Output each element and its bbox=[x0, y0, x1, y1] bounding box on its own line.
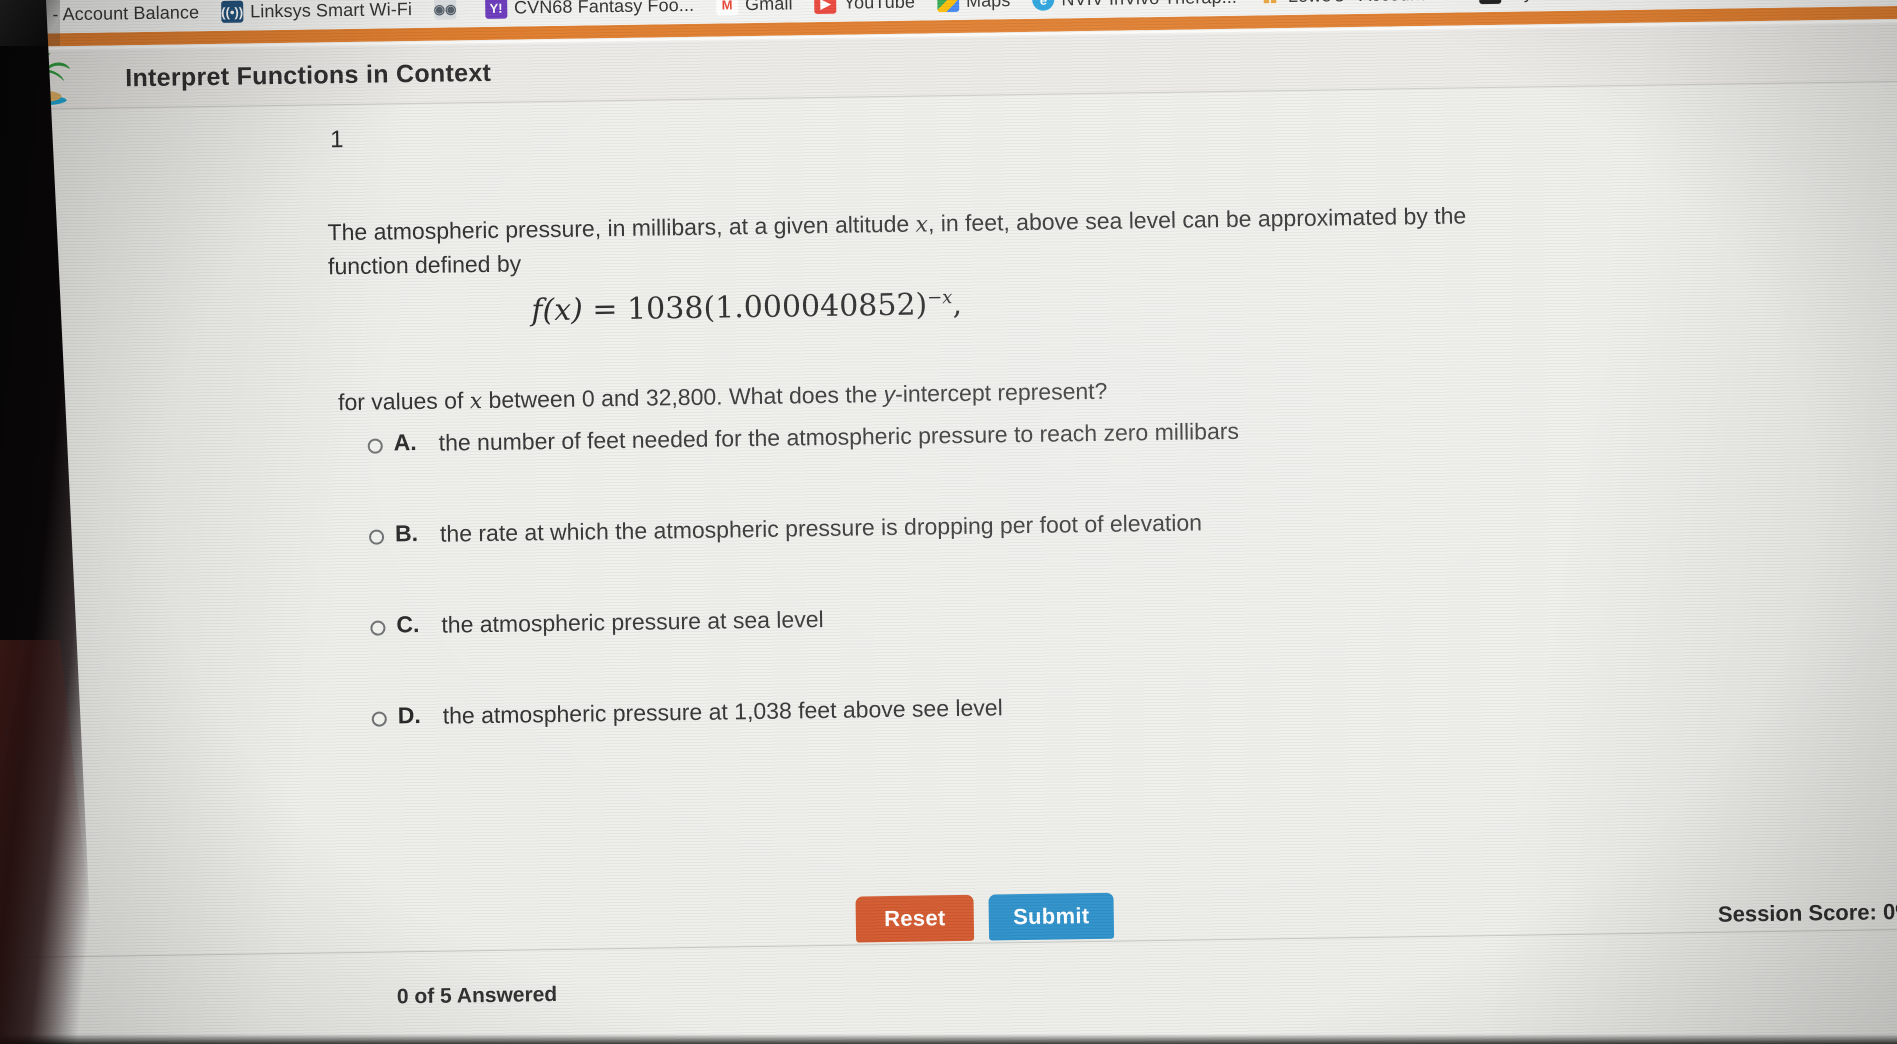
bookmark-label: CVN68 Fantasy Foo... bbox=[513, 0, 695, 18]
formula-equals: = bbox=[592, 292, 618, 328]
question-variable-x: x bbox=[915, 212, 929, 238]
radio-button-c[interactable] bbox=[370, 620, 386, 636]
choice-letter-a: A. bbox=[393, 429, 417, 456]
lowes-icon: ▮▮ bbox=[1258, 0, 1282, 8]
bookmark-label: Maps bbox=[966, 0, 1011, 11]
bookmark-gmail[interactable]: M Gmail bbox=[705, 0, 804, 20]
bookmark-maps[interactable]: Maps bbox=[926, 0, 1022, 16]
answer-choices[interactable]: A. the number of feet needed for the atm… bbox=[0, 402, 1897, 795]
camera-icon: ◉◉ bbox=[434, 0, 456, 20]
question-stem2-part2: between 0 and 32,800. What does the bbox=[481, 381, 884, 414]
nviv-icon: e bbox=[1032, 0, 1055, 11]
choice-letter-d: D. bbox=[397, 701, 421, 729]
radio-button-d[interactable] bbox=[371, 711, 387, 727]
choice-text-d[interactable]: the atmospheric pressure at 1,038 feet a… bbox=[443, 694, 1003, 729]
youtube-icon: ▶ bbox=[814, 0, 837, 15]
answered-count: 0 of 5 Answered bbox=[396, 982, 558, 1009]
monitor-bezel-corner bbox=[0, 0, 60, 46]
question-stem: The atmospheric pressure, in millibars, … bbox=[327, 199, 1488, 283]
maps-icon bbox=[936, 0, 960, 13]
radio-button-a[interactable] bbox=[367, 438, 383, 454]
bookmark-nviv-invivo-therapeutics[interactable]: e NVIV InVivo Therap... bbox=[1021, 0, 1248, 15]
choice-text-b[interactable]: the rate at which the atmospheric pressu… bbox=[440, 509, 1202, 547]
submit-button[interactable]: Submit bbox=[988, 892, 1115, 941]
cvn-icon: Y! bbox=[484, 0, 508, 19]
reset-button[interactable]: Reset bbox=[855, 894, 975, 943]
bookmark-camera[interactable]: ◉◉ bbox=[423, 0, 474, 24]
formula-exponent: −x bbox=[926, 287, 953, 309]
question-variable-x-2: x bbox=[469, 389, 483, 415]
question-stem-part1: The atmospheric pressure, in millibars, … bbox=[327, 210, 916, 246]
bookmark-label: Lowe's - Account S... bbox=[1288, 0, 1458, 7]
gmail-icon: M bbox=[715, 0, 739, 16]
bookmark-label: YouTube bbox=[843, 0, 916, 13]
choice-letter-b: B. bbox=[394, 520, 419, 547]
wifi-icon: ((•)) bbox=[220, 0, 244, 23]
monitor-bezel-bottom bbox=[0, 1034, 1897, 1044]
radio-button-b[interactable] bbox=[368, 529, 385, 545]
bookmark-lowes-account[interactable]: ▮▮ Lowe's - Account S... bbox=[1248, 0, 1469, 12]
choice-letter-c: C. bbox=[396, 610, 420, 638]
bookmark-linksys-smart-wifi[interactable]: ((•)) Linksys Smart Wi-Fi bbox=[210, 0, 423, 27]
question-stem2-part1: for values of bbox=[337, 387, 470, 416]
session-score: Session Score: 0% (0/5 bbox=[1717, 898, 1897, 927]
bookmark-label: Linksys Smart Wi-Fi bbox=[249, 0, 413, 21]
question-number: 1 bbox=[329, 126, 344, 154]
formula-function-name: f(x) bbox=[531, 292, 584, 329]
question-variable-y: y bbox=[883, 380, 896, 408]
screen-photo: TSP - Account Balance ((•)) Linksys Smar… bbox=[0, 0, 1897, 1044]
bookmark-cvn68-fantasy-football[interactable]: Y! CVN68 Fantasy Foo... bbox=[474, 0, 705, 23]
bookmark-youtube[interactable]: ▶ YouTube bbox=[803, 0, 926, 18]
quiz-body: 1 The atmospheric pressure, in millibars… bbox=[0, 80, 1897, 1044]
page-title: Interpret Functions in Context bbox=[125, 58, 492, 92]
question-formula: f(x) = 1038(1.000040852)−x, bbox=[0, 279, 1527, 337]
formula-trailing: , bbox=[952, 286, 963, 323]
choice-text-c[interactable]: the atmospheric pressure at sea level bbox=[441, 606, 824, 639]
bookmark-label: NVIV InVivo Therap... bbox=[1061, 0, 1237, 10]
bookmark-label: My Documents – eF... bbox=[1508, 0, 1684, 3]
edge-icon: e bbox=[1479, 0, 1502, 5]
bookmark-my-documents-efile[interactable]: e My Documents – eF... bbox=[1468, 0, 1695, 8]
browser-screen: TSP - Account Balance ((•)) Linksys Smar… bbox=[0, 0, 1897, 1044]
choice-text-a[interactable]: the number of feet needed for the atmosp… bbox=[438, 418, 1239, 457]
formula-coefficient: 1038 bbox=[626, 290, 704, 327]
bookmark-label: Gmail bbox=[744, 0, 793, 14]
question-stem2-part3: -intercept represent? bbox=[894, 377, 1108, 407]
formula-base: (1.000040852) bbox=[703, 287, 928, 326]
